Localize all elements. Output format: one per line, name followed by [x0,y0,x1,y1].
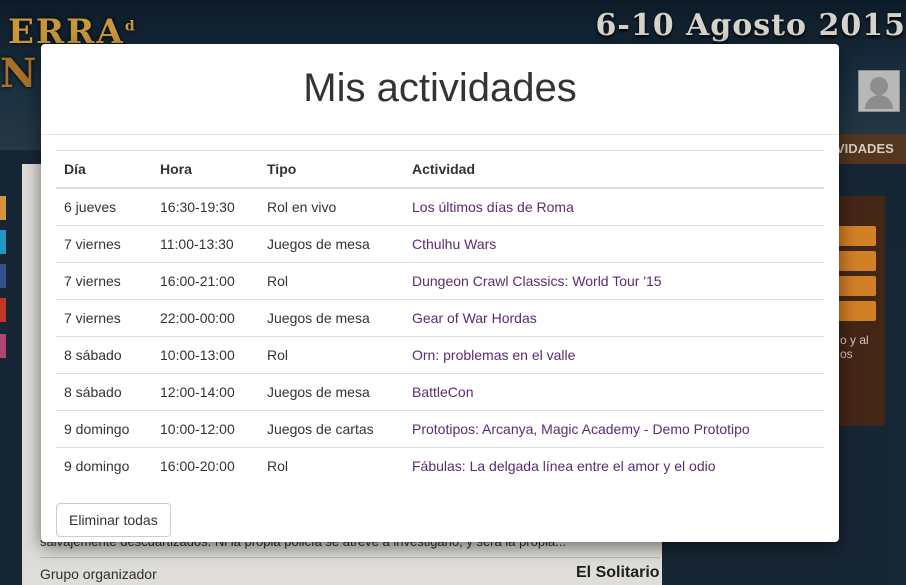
modal-title: Mis actividades [303,66,577,110]
modal-header: Mis actividades [41,44,839,135]
cell-hora: 16:00-20:00 [160,458,235,474]
table-row: 9 domingo 16:00-20:00 Rol Fábulas: La de… [56,448,824,485]
column-header-hora: Hora [152,150,259,189]
cell-hora: 16:30-19:30 [152,188,259,226]
cell-actividad: BattleCon [404,373,824,411]
cell-tipo: Rol [267,458,289,474]
cell-actividad: Prototipos: Arcanya, Magic Academy - Dem… [404,410,824,448]
activity-link[interactable]: BattleCon [412,384,473,400]
activity-link[interactable]: Orn: problemas en el valle [412,347,575,363]
cell-hora: 12:00-14:00 [152,373,259,411]
cell-hora: 16:00-21:00 [152,262,259,300]
cell-tipo: Rol [259,336,404,374]
table-row: 7 viernes 22:00-00:00 Juegos de mesa Gea… [56,299,824,337]
cell-dia: 7 viernes [56,262,152,300]
cell-hora: 22:00-00:00 [152,299,259,337]
table-row: 7 viernes 11:00-13:30 Juegos de mesa Cth… [56,225,824,263]
activity-link[interactable]: Los últimos días de Roma [412,199,574,215]
column-header-actividad: Actividad [404,150,824,189]
activity-link[interactable]: Prototipos: Arcanya, Magic Academy - Dem… [412,421,750,437]
cell-actividad: Gear of War Hordas [404,299,824,337]
column-header-dia: Día [56,150,152,189]
activity-link[interactable]: Dungeon Crawl Classics: World Tour '15 [412,273,662,289]
activity-link[interactable]: Cthulhu Wars [412,236,496,252]
table-row: 8 sábado 10:00-13:00 Rol Orn: problemas … [56,336,824,374]
my-activities-modal: Mis actividades Día Hora Tipo Actividad … [41,44,839,542]
cell-actividad: Dungeon Crawl Classics: World Tour '15 [404,262,824,300]
activities-table: Día Hora Tipo Actividad 6 jueves 16:30-1… [56,150,824,484]
delete-all-button[interactable]: Eliminar todas [56,503,171,537]
table-row: 9 domingo 10:00-12:00 Juegos de cartas P… [56,410,824,448]
cell-hora: 10:00-13:00 [152,336,259,374]
cell-tipo: Juegos de cartas [259,410,404,448]
activity-link[interactable]: Gear of War Hordas [412,310,537,326]
activities-table-wrapper: Día Hora Tipo Actividad 6 jueves 16:30-1… [56,150,824,484]
cell-dia: 7 viernes [56,299,152,337]
cell-hora: 11:00-13:30 [152,225,259,263]
cell-actividad: Fábulas: La delgada línea entre el amor … [404,448,824,485]
cell-tipo: Rol [259,262,404,300]
cell-dia: 6 jueves [56,188,152,226]
cell-actividad: Orn: problemas en el valle [404,336,824,374]
cell-dia: 9 domingo [64,458,130,474]
cell-dia: 8 sábado [56,336,152,374]
cell-dia: 8 sábado [56,373,152,411]
column-header-tipo: Tipo [259,150,404,189]
table-row: 8 sábado 12:00-14:00 Juegos de mesa Batt… [56,373,824,411]
cell-hora: 10:00-12:00 [152,410,259,448]
cell-tipo: Juegos de mesa [259,299,404,337]
table-row: 7 viernes 16:00-21:00 Rol Dungeon Crawl … [56,262,824,300]
cell-actividad: Cthulhu Wars [404,225,824,263]
cell-tipo: Juegos de mesa [259,373,404,411]
cell-tipo: Juegos de mesa [259,225,404,263]
cell-actividad: Los últimos días de Roma [404,188,824,226]
cell-dia: 9 domingo [56,410,152,448]
cell-dia: 7 viernes [56,225,152,263]
activity-link[interactable]: Fábulas: La delgada línea entre el amor … [412,458,716,474]
table-header-row: Día Hora Tipo Actividad [56,150,824,189]
cell-tipo: Rol en vivo [259,188,404,226]
table-row: 6 jueves 16:30-19:30 Rol en vivo Los últ… [56,188,824,226]
